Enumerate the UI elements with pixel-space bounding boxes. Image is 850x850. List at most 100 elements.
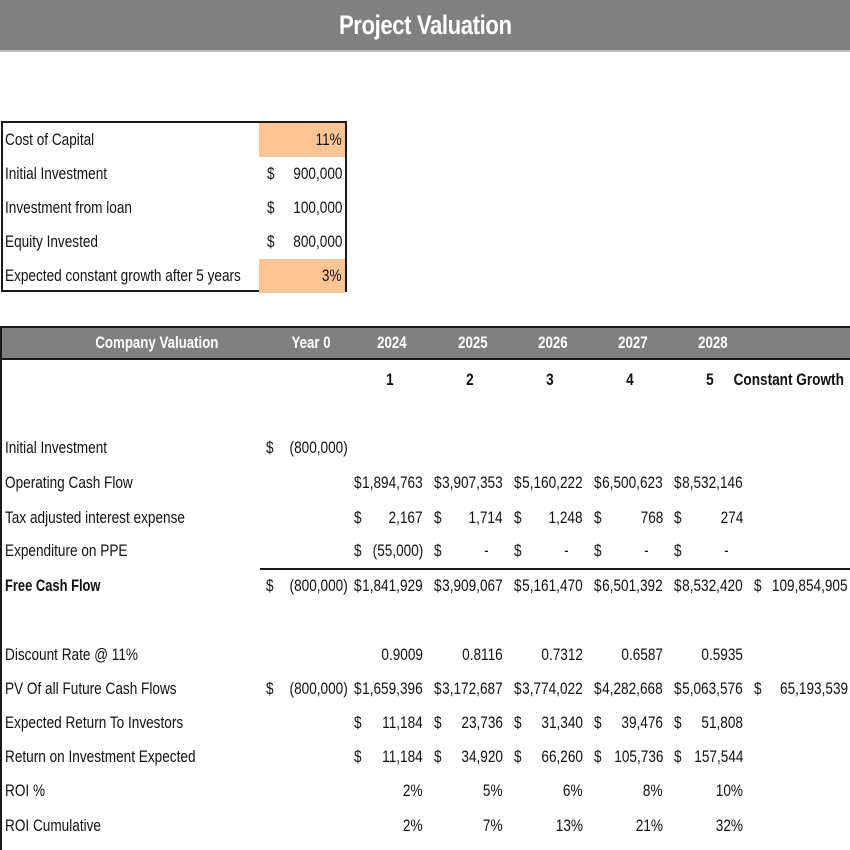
assumption-row-constant-growth: Expected constant growth after 5 years 3… — [3, 259, 345, 293]
value-cell[interactable]: $1,248 — [514, 501, 583, 535]
value-cell[interactable]: 13% — [514, 809, 583, 843]
value-cell[interactable]: $66,260 — [514, 740, 583, 774]
row-operating-cash-flow: Operating Cash Flow $1,894,763 $3,907,353 $… — [2, 466, 850, 500]
value-cell[interactable]: $34,920 — [434, 740, 503, 774]
cell-value: 13% — [555, 816, 583, 835]
subtotal-rule — [260, 568, 850, 570]
currency-symbol: $ — [434, 679, 442, 698]
value-cell[interactable]: $51,808 — [674, 706, 743, 740]
value-cell[interactable]: $23,736 — [434, 706, 503, 740]
constant-growth-cell[interactable]: 3% — [259, 259, 345, 293]
cell-value: 2% — [403, 816, 423, 835]
cost-of-capital-cell[interactable]: 11% — [259, 123, 345, 157]
cell-value: 0.9009 — [381, 645, 423, 664]
value-cell[interactable]: 7% — [434, 809, 503, 843]
equity-invested-cell[interactable]: $ 800,000 — [259, 225, 345, 259]
value-cell[interactable]: 8% — [594, 774, 663, 808]
value-cell[interactable]: $ - — [594, 534, 663, 568]
value-cell[interactable]: $ (800,000) — [266, 672, 348, 706]
cell-value: 65,193,539 — [779, 679, 848, 698]
currency-symbol: $ — [674, 713, 682, 732]
value-cell[interactable]: 0.7312 — [514, 638, 583, 672]
cell-value: 5,161,470 — [522, 576, 583, 595]
value-cell[interactable]: 21% — [594, 809, 663, 843]
value-cell[interactable]: $39,476 — [594, 706, 663, 740]
value-cell[interactable]: $1,714 — [434, 501, 503, 535]
value-cell[interactable]: $3,172,687 — [434, 672, 503, 706]
currency-symbol: $ — [674, 679, 682, 698]
cell-value: 8,532,420 — [682, 576, 743, 595]
cell-value: - — [724, 541, 729, 560]
initial-investment-cell[interactable]: $ 900,000 — [259, 157, 345, 191]
value-cell[interactable]: $ (800,000) — [266, 569, 348, 603]
cell-value: 5% — [483, 781, 503, 800]
value-cell[interactable]: $ - — [674, 534, 743, 568]
value-cell[interactable]: $1,894,763 — [354, 466, 423, 500]
value-cell[interactable]: $6,500,623 — [594, 466, 663, 500]
currency-symbol: $ — [674, 747, 682, 766]
value-cell[interactable]: 2% — [354, 774, 423, 808]
row-initial-investment: Initial Investment $ (800,000) — [2, 431, 850, 465]
currency-symbol: $ — [674, 576, 682, 595]
value-cell[interactable]: $1,841,929 — [354, 569, 423, 603]
value-cell[interactable]: $157,544 — [674, 740, 743, 774]
currency-symbol: $ — [354, 679, 362, 698]
value-cell[interactable]: $768 — [594, 501, 663, 535]
value-cell[interactable]: $ - — [514, 534, 583, 568]
value-cell[interactable]: 0.5935 — [674, 638, 743, 672]
header-year-0: Year 0 — [291, 333, 331, 352]
value-cell[interactable]: $11,184 — [354, 740, 423, 774]
value-cell[interactable]: 0.8116 — [434, 638, 503, 672]
value-cell[interactable]: $ (800,000) — [266, 431, 348, 465]
row-roi: ROI % 2% 5% 6% 8% 10% — [2, 774, 850, 808]
assumption-label: Equity Invested — [5, 232, 98, 251]
value-cell[interactable]: $11,184 — [354, 706, 423, 740]
currency-symbol: $ — [354, 576, 362, 595]
assumption-row-investment-from-loan: Investment from loan $ 100,000 — [3, 191, 345, 225]
row-label: Tax adjusted interest expense — [5, 508, 185, 527]
cell-value: 4,282,668 — [602, 679, 663, 698]
value-cell[interactable]: $3,909,067 — [434, 569, 503, 603]
value-cell[interactable]: $1,659,396 — [354, 672, 423, 706]
value-cell[interactable]: $5,160,222 — [514, 466, 583, 500]
value-cell[interactable]: 5% — [434, 774, 503, 808]
value-cell[interactable]: $4,282,668 — [594, 672, 663, 706]
value-cell[interactable]: $5,063,576 — [674, 672, 743, 706]
value-cell[interactable]: 2% — [354, 809, 423, 843]
cell-value: 3,907,353 — [442, 473, 503, 492]
value-cell[interactable]: $3,774,022 — [514, 672, 583, 706]
cell-value: 6,501,392 — [602, 576, 663, 595]
value-cell[interactable]: $3,907,353 — [434, 466, 503, 500]
currency-symbol: $ — [267, 198, 275, 217]
value-cell[interactable]: $ - — [434, 534, 503, 568]
assumption-row-initial-investment: Initial Investment $ 900,000 — [3, 157, 345, 191]
value-cell[interactable]: $109,854,905 — [754, 569, 850, 603]
value-cell[interactable]: $105,736 — [594, 740, 663, 774]
assumption-label: Expected constant growth after 5 years — [5, 266, 241, 285]
investment-from-loan-cell[interactable]: $ 100,000 — [259, 191, 345, 225]
assumption-row-cost-of-capital: Cost of Capital 11% — [3, 123, 345, 157]
cell-value: 109,854,905 — [772, 576, 848, 595]
cell-value: 3,909,067 — [442, 576, 503, 595]
value-cell[interactable]: $8,532,146 — [674, 466, 743, 500]
value-cell[interactable]: $2,167 — [354, 501, 423, 535]
value-cell[interactable]: $6,501,392 — [594, 569, 663, 603]
value-cell[interactable]: $5,161,470 — [514, 569, 583, 603]
cell-value: (800,000) — [289, 576, 348, 595]
currency-symbol: $ — [674, 541, 682, 560]
value-cell[interactable]: 0.9009 — [354, 638, 423, 672]
value-cell[interactable]: $65,193,539 — [754, 672, 850, 706]
assumption-label: Initial Investment — [5, 164, 108, 183]
value-cell[interactable]: $274 — [674, 501, 743, 535]
value-cell[interactable]: $8,532,420 — [674, 569, 743, 603]
header-2026: 2026 — [538, 333, 568, 352]
currency-symbol: $ — [594, 679, 602, 698]
value-cell[interactable]: $ (55,000) — [354, 534, 423, 568]
value-cell[interactable]: 32% — [674, 809, 743, 843]
value-cell[interactable]: $31,340 — [514, 706, 583, 740]
currency-symbol: $ — [514, 679, 522, 698]
value-cell[interactable]: 0.6587 — [594, 638, 663, 672]
value-cell[interactable]: 6% — [514, 774, 583, 808]
currency-symbol: $ — [514, 576, 522, 595]
value-cell[interactable]: 10% — [674, 774, 743, 808]
